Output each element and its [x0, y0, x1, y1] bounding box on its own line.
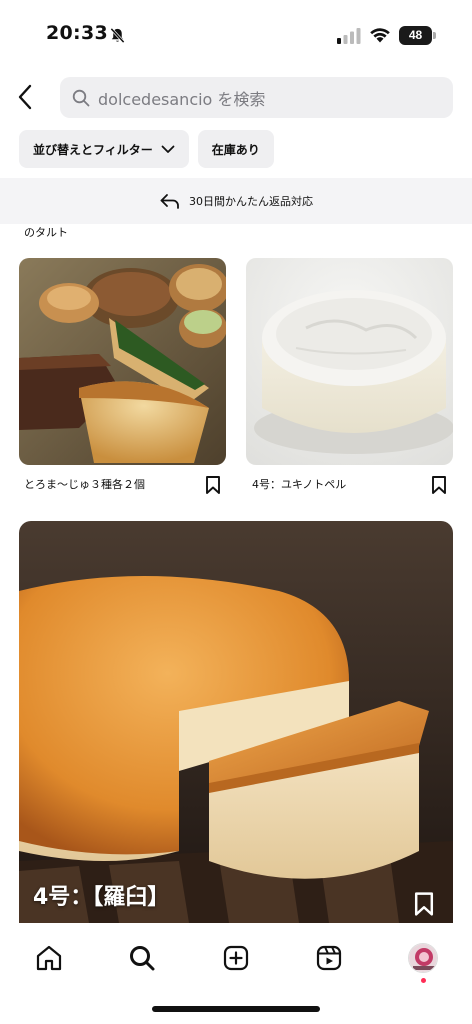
status-time: 20:33: [46, 22, 108, 44]
nav-reels[interactable]: [307, 936, 351, 980]
nav-profile[interactable]: [401, 936, 445, 983]
back-button[interactable]: [10, 80, 40, 114]
return-arrow-icon: [160, 194, 179, 209]
product-image: [246, 258, 453, 465]
product-card[interactable]: とろま〜じゅ３種各２個: [0, 258, 236, 502]
battery-tip: [433, 32, 436, 39]
product-title: とろま〜じゅ３種各２個: [24, 478, 145, 491]
returns-banner-text: 30日間かんたん返品対応: [189, 195, 313, 208]
nav-search[interactable]: [120, 936, 164, 980]
nav-home[interactable]: [27, 936, 71, 980]
featured-product-title: 4号：【羅臼】: [33, 885, 170, 910]
search-input[interactable]: dolcedesancio を検索: [60, 77, 453, 118]
in-stock-label: 在庫あり: [211, 142, 260, 157]
sort-filter-button[interactable]: 並び替えとフィルター: [19, 130, 189, 168]
bookmark-icon[interactable]: [204, 475, 222, 495]
featured-product-image: [19, 521, 453, 923]
filter-row: 並び替えとフィルター 在庫あり: [19, 130, 274, 168]
battery-icon: 48: [399, 26, 436, 45]
home-indicator: [152, 1006, 320, 1012]
create-icon: [223, 945, 249, 971]
sort-filter-label: 並び替えとフィルター: [33, 142, 153, 157]
in-stock-filter-button[interactable]: 在庫あり: [197, 130, 274, 168]
chevron-down-icon: [161, 145, 175, 153]
search-placeholder: dolcedesancio を検索: [98, 89, 266, 109]
chevron-left-icon: [18, 84, 32, 110]
featured-product-card[interactable]: 4号：【羅臼】: [19, 521, 453, 923]
search-icon: [72, 89, 90, 106]
wifi-icon: [370, 28, 390, 43]
reels-icon: [316, 945, 342, 971]
product-image: [19, 258, 226, 465]
product-title: 4号：ユキノトペル: [252, 478, 347, 491]
search-icon: [130, 946, 155, 971]
bookmark-icon[interactable]: [412, 891, 436, 917]
signal-icon: [337, 28, 361, 44]
home-icon: [36, 945, 62, 971]
battery-level: 48: [399, 26, 432, 45]
status-bar: 20:33 48: [0, 0, 472, 66]
bookmark-icon[interactable]: [430, 475, 448, 495]
notification-dot: [421, 978, 426, 983]
nav-create[interactable]: [214, 936, 258, 980]
partial-product-title: のタルト: [24, 226, 68, 239]
bottom-nav: [0, 924, 472, 1024]
product-card[interactable]: 4号：ユキノトペル: [236, 258, 472, 502]
bell-slash-icon: [110, 27, 125, 44]
returns-banner[interactable]: 30日間かんたん返品対応: [0, 178, 472, 224]
profile-avatar: [408, 943, 438, 973]
